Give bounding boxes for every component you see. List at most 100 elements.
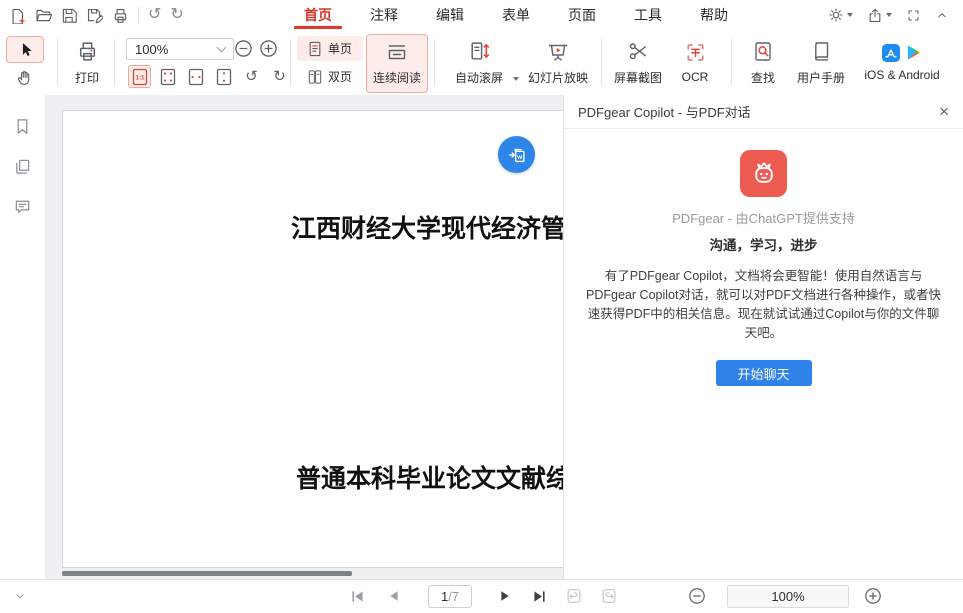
next-page-button[interactable] (494, 580, 516, 612)
minus-circle-icon (234, 39, 253, 58)
tab-edit[interactable]: 编辑 (432, 0, 468, 30)
share-button[interactable] (867, 7, 892, 23)
new-file-button[interactable] (8, 7, 25, 24)
fit-width-button[interactable] (184, 65, 207, 88)
double-page-label: 双页 (328, 68, 352, 85)
fit-page-button[interactable] (156, 65, 179, 88)
document-title-text: 江西财经大学现代经济管理 (291, 209, 591, 245)
page-number-input[interactable]: 1 /7 (428, 585, 472, 608)
status-zoom-value: 100% (771, 589, 804, 604)
copilot-slogan: 沟通，学习，进步 (710, 234, 818, 254)
rotate-left-button[interactable]: ↺ (240, 65, 263, 88)
single-page-button[interactable]: 单页 (297, 36, 363, 61)
ribbon-tabs: 首页 注释 编辑 表单 页面 工具 帮助 (300, 0, 732, 30)
next-view-button[interactable] (597, 580, 621, 612)
total-pages-value: /7 (448, 589, 459, 604)
bookmarks-panel-button[interactable] (13, 117, 32, 136)
tab-home[interactable]: 首页 (300, 0, 336, 30)
convert-to-word-button[interactable]: w (498, 136, 535, 173)
bookmark-icon (13, 117, 32, 136)
fit-page-icon (160, 68, 176, 86)
tab-page[interactable]: 页面 (564, 0, 600, 30)
word-convert-icon: w (506, 144, 528, 166)
first-page-button[interactable] (346, 580, 368, 612)
status-bar: 1 /7 100% (0, 579, 963, 613)
previous-page-button[interactable] (383, 580, 405, 612)
chevron-down-icon (217, 43, 227, 53)
ocr-icon (684, 41, 707, 64)
next-page-icon (497, 588, 513, 604)
tab-help[interactable]: 帮助 (696, 0, 732, 30)
chevron-down-icon (13, 589, 27, 603)
google-play-icon (905, 44, 922, 61)
thumbnails-panel-button[interactable] (13, 157, 32, 176)
last-page-button[interactable] (527, 580, 551, 612)
hand-tool-button[interactable] (6, 65, 42, 90)
double-page-button[interactable]: 双页 (297, 64, 363, 89)
quick-print-button[interactable] (112, 7, 129, 24)
fullscreen-button[interactable] (906, 8, 921, 23)
auto-scroll-button[interactable]: 自动滚屏 (441, 30, 517, 95)
store-logos (882, 44, 922, 62)
status-zoom-level[interactable]: 100% (727, 585, 849, 608)
slideshow-label: 幻灯片放映 (528, 69, 588, 86)
previous-view-icon (565, 587, 583, 605)
user-manual-label: 用户手册 (797, 69, 845, 86)
tab-tools[interactable]: 工具 (630, 0, 666, 30)
collapse-toolbar-button[interactable] (935, 8, 949, 22)
status-zoom-in-button[interactable] (862, 580, 884, 612)
tab-form[interactable]: 表单 (498, 0, 534, 30)
auto-scroll-caret-icon (513, 77, 519, 81)
print-button[interactable]: 打印 (62, 30, 112, 95)
print-label: 打印 (75, 69, 99, 86)
previous-page-icon (386, 588, 402, 604)
print-icon (112, 7, 129, 24)
save-button[interactable] (61, 7, 77, 23)
zoom-out-button[interactable] (234, 39, 253, 58)
continuous-reading-icon (385, 42, 409, 64)
actual-size-button[interactable]: 1:1 (128, 65, 151, 88)
save-as-button[interactable] (86, 7, 103, 24)
select-tool-button[interactable] (6, 36, 44, 63)
slideshow-button[interactable]: 幻灯片放映 (520, 30, 596, 95)
copilot-powered-by: PDFgear - 由ChatGPT提供支持 (672, 208, 855, 227)
plus-circle-icon (864, 587, 882, 605)
undo-icon: ↺ (148, 7, 161, 23)
hand-icon (15, 69, 33, 87)
zoom-select-value: 100% (135, 42, 168, 57)
continuous-reading-label: 连续阅读 (373, 69, 421, 86)
close-icon[interactable]: × (939, 103, 949, 120)
undo-button[interactable]: ↺ (148, 7, 161, 23)
redo-button[interactable]: ↻ (170, 7, 183, 23)
zoom-select[interactable]: 100% (126, 38, 234, 60)
navigation-sidebar (0, 95, 46, 580)
comment-icon (13, 197, 32, 216)
previous-view-button[interactable] (562, 580, 586, 612)
copilot-panel-body: PDFgear - 由ChatGPT提供支持 沟通，学习，进步 有了PDFgea… (564, 129, 963, 386)
ocr-button[interactable]: OCR (672, 30, 718, 95)
rotate-right-button[interactable]: ↻ (268, 65, 291, 88)
pages-icon (13, 157, 32, 176)
find-button[interactable]: 查找 (740, 30, 786, 95)
fullscreen-icon (906, 8, 921, 23)
plus-circle-icon (259, 39, 278, 58)
user-manual-button[interactable]: 用户手册 (790, 30, 852, 95)
status-zoom-out-button[interactable] (686, 580, 708, 612)
comments-panel-button[interactable] (13, 197, 32, 216)
zoom-in-button[interactable] (259, 39, 278, 58)
open-file-button[interactable] (34, 7, 52, 24)
tab-annotate[interactable]: 注释 (366, 0, 402, 30)
mobile-apps-button[interactable]: iOS & Android (852, 30, 952, 95)
fit-height-button[interactable] (212, 65, 235, 88)
pdfgear-window: ↺ ↻ 首页 注释 编辑 表单 页面 工具 帮助 (0, 0, 963, 613)
collapse-sidebar-button[interactable] (10, 580, 30, 612)
start-chat-button[interactable]: 开始聊天 (716, 360, 812, 386)
continuous-reading-button[interactable]: 连续阅读 (366, 34, 428, 93)
double-page-icon (308, 69, 322, 85)
window-controls (828, 0, 949, 30)
screenshot-button[interactable]: 屏幕截图 (606, 30, 670, 95)
next-view-icon (600, 587, 618, 605)
theme-button[interactable] (828, 7, 853, 23)
horizontal-scrollbar[interactable] (62, 571, 352, 576)
ocr-label: OCR (682, 70, 709, 84)
